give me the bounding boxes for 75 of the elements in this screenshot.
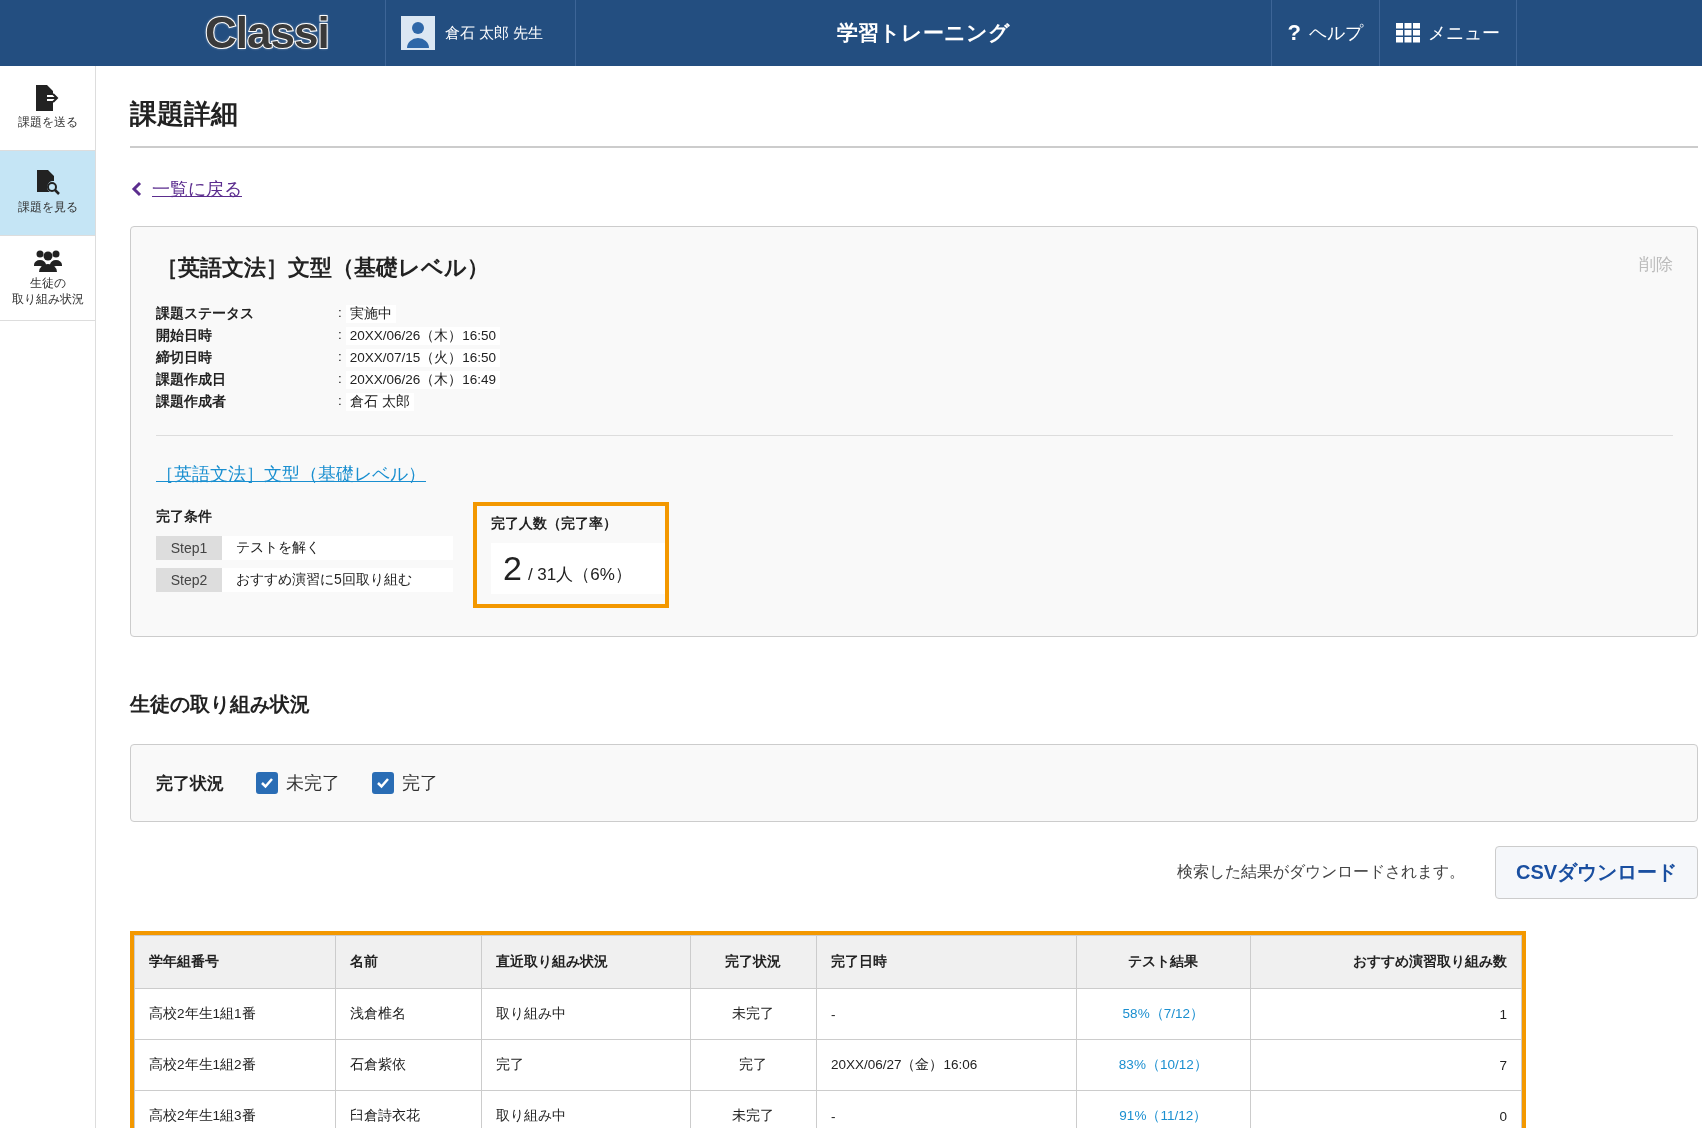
user-avatar-icon — [401, 16, 435, 50]
menu-button[interactable]: メニュー — [1379, 0, 1516, 66]
people-icon — [33, 248, 62, 273]
chevron-left-icon — [130, 181, 142, 197]
table-cell: - — [816, 1090, 1077, 1128]
field-value: 倉石 太郎 — [345, 393, 414, 411]
table-cell: 浅倉椎名 — [335, 988, 482, 1040]
conditions-label: 完了条件 — [156, 508, 212, 526]
table-cell: 7 — [1250, 1039, 1522, 1091]
status-checkbox[interactable]: 未完了 — [256, 771, 340, 795]
document-search-icon — [34, 170, 61, 197]
filter-label: 完了状況 — [156, 772, 224, 795]
completion-label: 完了人数（完了率） — [491, 515, 617, 533]
column-header: 学年組番号 — [134, 935, 336, 989]
field-value: 20XX/07/15（火）16:50 — [345, 349, 501, 367]
step-tag: Step2 — [156, 568, 222, 592]
test-result-link[interactable]: 83%（10/12） — [1076, 1039, 1251, 1091]
separator: : — [338, 305, 342, 322]
assignment-title: ［英語文法］文型（基礎レベル） — [156, 254, 489, 282]
table-cell: 高校2年生1組1番 — [134, 988, 336, 1040]
field-value: 20XX/06/26（木）16:49 — [345, 371, 501, 389]
sidebar-item[interactable]: 課題を見る — [0, 151, 95, 236]
table-cell: 未完了 — [690, 988, 817, 1040]
field-value: 実施中 — [345, 305, 396, 323]
test-result-link[interactable]: 91%（11/12） — [1076, 1090, 1251, 1128]
step-text: おすすめ演習に5回取り組む — [235, 571, 412, 589]
separator: : — [338, 393, 342, 410]
checkmark-icon — [260, 777, 274, 789]
column-header: テスト結果 — [1076, 935, 1251, 989]
column-header: 完了日時 — [816, 935, 1077, 989]
table-cell: 高校2年生1組3番 — [134, 1090, 336, 1128]
table-cell: 石倉紫依 — [335, 1039, 482, 1091]
table-cell: 高校2年生1組2番 — [134, 1039, 336, 1091]
app-title: 学習トレーニング — [836, 20, 1010, 46]
grid-icon — [1396, 23, 1420, 43]
table-cell: 未完了 — [690, 1090, 817, 1128]
table-cell: - — [816, 988, 1077, 1040]
help-icon: ? — [1287, 20, 1301, 46]
table-cell: 臼倉詩衣花 — [335, 1090, 482, 1128]
section-title: 生徒の取り組み状況 — [130, 693, 310, 715]
help-button[interactable]: ? ヘルプ — [1270, 0, 1379, 66]
field-label: 課題ステータス — [156, 305, 255, 323]
separator: : — [338, 327, 342, 344]
column-header: おすすめ演習取り組み数 — [1250, 935, 1522, 989]
table-cell: 取り組み中 — [481, 988, 691, 1040]
completion-count: 2 — [503, 549, 522, 588]
status-checkbox[interactable]: 完了 — [372, 771, 438, 795]
table-cell: 完了 — [690, 1039, 817, 1091]
user-name: 倉石 太郎 先生 — [445, 23, 544, 43]
checkmark-icon — [376, 777, 390, 789]
logo: Classi — [205, 7, 330, 59]
csv-download-button[interactable]: CSVダウンロード — [1495, 846, 1698, 899]
field-label: 開始日時 — [156, 327, 213, 345]
column-header: 完了状況 — [690, 935, 817, 989]
field-label: 課題作成日 — [156, 371, 227, 389]
table-cell: 完了 — [481, 1039, 691, 1091]
step-tag: Step1 — [156, 536, 222, 560]
column-header: 名前 — [335, 935, 482, 989]
field-value: 20XX/06/26（木）16:50 — [345, 327, 501, 345]
assignment-link[interactable]: ［英語文法］文型（基礎レベル） — [156, 464, 426, 484]
field-label: 締切日時 — [156, 349, 213, 367]
table-cell: 0 — [1250, 1090, 1522, 1128]
page-title: 課題詳細 — [130, 98, 238, 131]
table-cell: 取り組み中 — [481, 1090, 691, 1128]
step-text: テストを解く — [235, 539, 320, 557]
column-header: 直近取り組み状況 — [481, 935, 691, 989]
separator: : — [338, 371, 342, 388]
download-note: 検索した結果がダウンロードされます。 — [1177, 862, 1465, 882]
field-label: 課題作成者 — [156, 393, 227, 411]
completion-total: / 31人（6%） — [527, 564, 632, 586]
table-cell: 20XX/06/27（金）16:06 — [816, 1039, 1077, 1091]
separator: : — [338, 349, 342, 366]
test-result-link[interactable]: 58%（7/12） — [1076, 988, 1251, 1040]
table-cell: 1 — [1250, 988, 1522, 1040]
back-link[interactable]: 一覧に戻る — [152, 177, 242, 201]
